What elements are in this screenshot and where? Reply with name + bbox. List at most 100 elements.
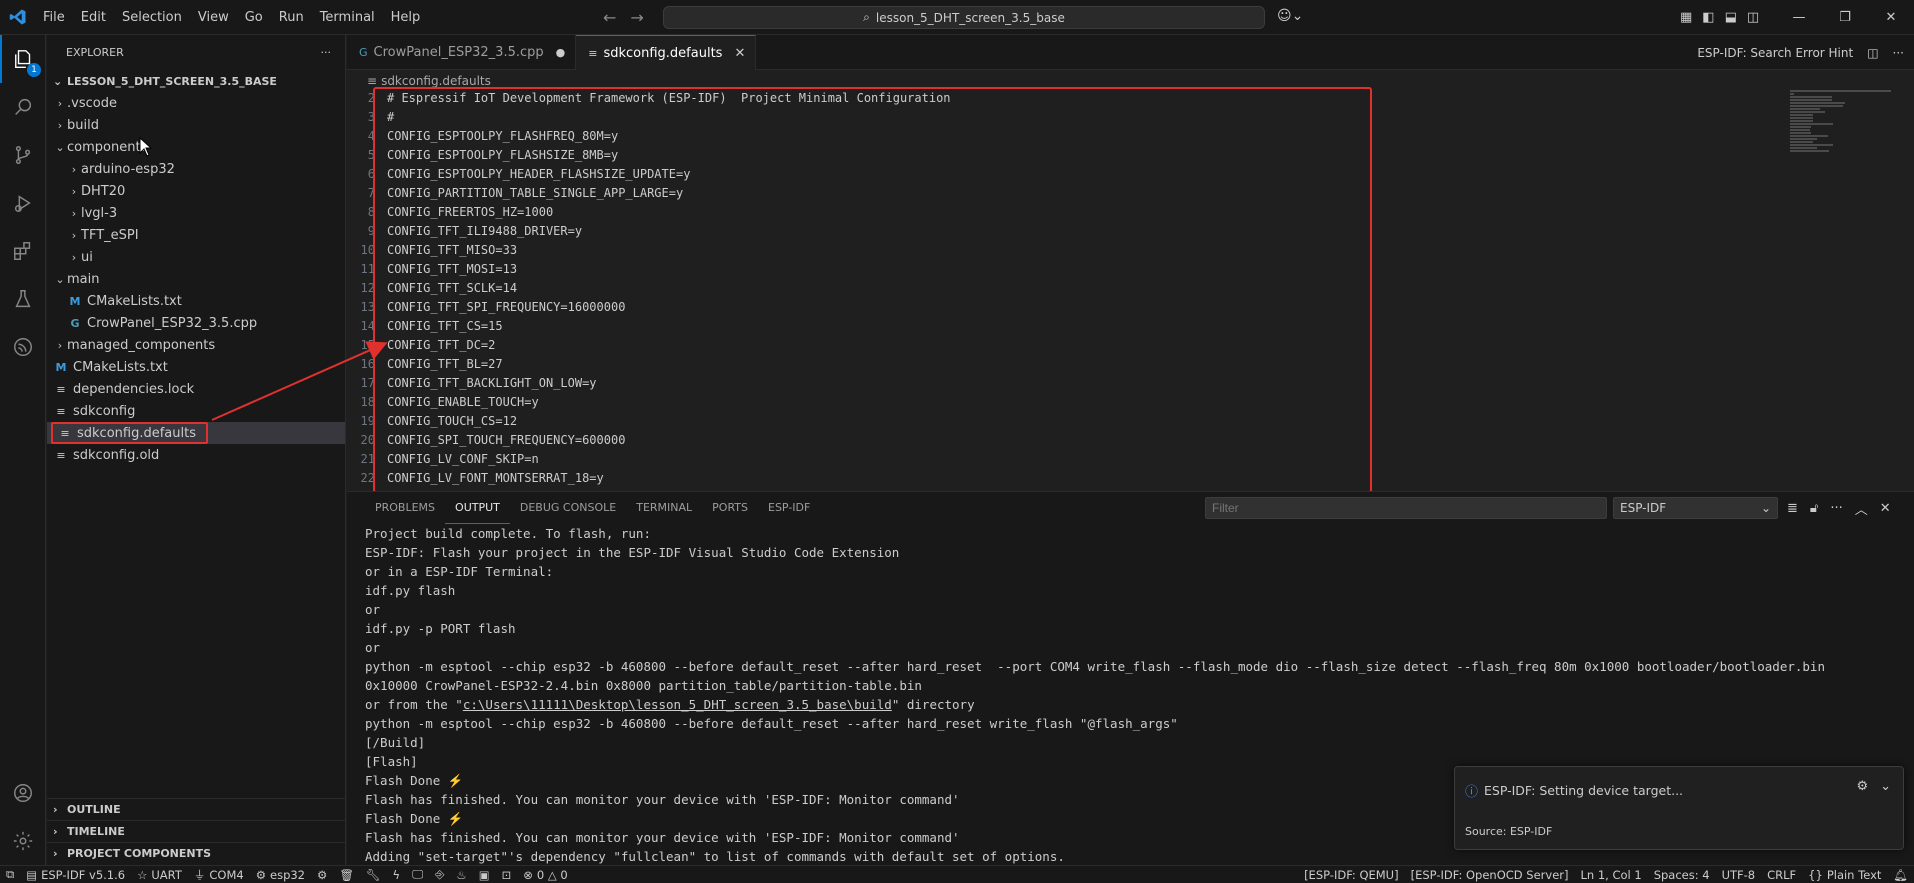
close-panel-icon[interactable]: ✕	[1880, 501, 1891, 516]
sdk-config-icon[interactable]: ⚙	[311, 866, 333, 883]
unsaved-dot-icon[interactable]: ●	[556, 46, 566, 59]
status-chip[interactable]: ⚙ esp32	[250, 866, 311, 883]
section-timeline[interactable]: › TIMELINE	[47, 820, 346, 842]
code-line[interactable]: 11 CONFIG_TFT_MOSI=13	[347, 259, 1767, 278]
flame-icon[interactable]: ♨	[450, 866, 472, 883]
code-line[interactable]: 9 CONFIG_TFT_ILI9488_DRIVER=y	[347, 221, 1767, 240]
minimize-icon[interactable]: —	[1776, 0, 1822, 35]
split-editor-icon[interactable]: ◫	[1867, 46, 1878, 60]
status-cursor-position[interactable]: Ln 1, Col 1	[1574, 866, 1647, 883]
code-line[interactable]: 4 CONFIG_ESPTOOLPY_FLASHFREQ_80M=y	[347, 126, 1767, 145]
status-indentation[interactable]: Spaces: 4	[1648, 866, 1716, 883]
command-center-search[interactable]: ⌕ lesson_5_DHT_screen_3.5_base	[663, 6, 1265, 29]
code-line[interactable]: 21 CONFIG_LV_CONF_SKIP=n	[347, 449, 1767, 468]
editor-scrollbar[interactable]	[1902, 88, 1914, 491]
status-language[interactable]: {} Plain Text	[1802, 866, 1887, 883]
build-icon[interactable]: 🔧︎	[360, 866, 387, 883]
code-line[interactable]: 13 CONFIG_TFT_SPI_FREQUENCY=16000000	[347, 297, 1767, 316]
section-outline[interactable]: › OUTLINE	[47, 798, 346, 820]
code-line[interactable]: 18 CONFIG_ENABLE_TOUCH=y	[347, 392, 1767, 411]
menu-run[interactable]: Run	[271, 0, 312, 35]
lock-scroll-icon[interactable]: 🔓︎	[1810, 501, 1818, 516]
debug-icon[interactable]: ⊡	[496, 866, 518, 883]
code-line[interactable]: 22 CONFIG_LV_FONT_MONTSERRAT_18=y	[347, 468, 1767, 487]
remote-indicator[interactable]: ⧉	[0, 866, 20, 883]
tree-folder-tft-espi[interactable]: › TFT_eSPI	[47, 224, 345, 246]
back-arrow-icon[interactable]: ←	[603, 8, 616, 27]
close-tab-icon[interactable]: ✕	[734, 46, 745, 61]
status-uart[interactable]: ☆ UART	[131, 866, 188, 883]
copilot-icon[interactable]: ☺⌄	[1277, 8, 1303, 24]
trash-icon[interactable]: 🗑︎	[333, 866, 360, 883]
output-channel-select[interactable]: ESP-IDF ⌄	[1613, 497, 1778, 519]
panel-tab-problems[interactable]: PROBLEMS	[365, 492, 445, 524]
panel-tab-terminal[interactable]: TERMINAL	[626, 492, 702, 524]
panel-tab-output[interactable]: OUTPUT	[445, 492, 510, 524]
tree-file-sdkconfig-old[interactable]: ≡ sdkconfig.old	[47, 444, 345, 466]
code-line[interactable]: 15 CONFIG_TFT_DC=2	[347, 335, 1767, 354]
workspace-root-folder[interactable]: ⌄ LESSON_5_DHT_SCREEN_3.5_BASE	[47, 70, 345, 92]
code-line[interactable]: 8 CONFIG_FREERTOS_HZ=1000	[347, 202, 1767, 221]
code-line[interactable]: 7 CONFIG_PARTITION_TABLE_SINGLE_APP_LARGE…	[347, 183, 1767, 202]
menu-edit[interactable]: Edit	[73, 0, 114, 35]
terminal-icon[interactable]: ▣	[473, 866, 496, 883]
forward-arrow-icon[interactable]: →	[630, 8, 643, 27]
more-actions-icon[interactable]: ···	[1893, 46, 1904, 60]
toggle-panel-icon[interactable]: ⬓	[1725, 10, 1737, 25]
build-flash-monitor-icon[interactable]: ⎆	[429, 866, 450, 883]
close-window-icon[interactable]: ✕	[1868, 0, 1914, 35]
panel-tab-debug-console[interactable]: DEBUG CONSOLE	[510, 492, 626, 524]
code-line[interactable]: 12 CONFIG_TFT_SCLK=14	[347, 278, 1767, 297]
tree-file-root-cmakelists[interactable]: M CMakeLists.txt	[47, 356, 345, 378]
settings-gear-icon[interactable]	[0, 817, 46, 865]
panel-tab-ports[interactable]: PORTS	[702, 492, 758, 524]
more-actions-icon[interactable]: ···	[321, 46, 332, 59]
status-port[interactable]: ⏚ COM4	[188, 866, 250, 883]
menu-go[interactable]: Go	[237, 0, 271, 35]
menu-terminal[interactable]: Terminal	[312, 0, 383, 35]
toggle-secondary-sidebar-icon[interactable]: ◫	[1747, 10, 1759, 25]
tab-sdkconfig-defaults[interactable]: ≡ sdkconfig.defaults ✕	[576, 35, 757, 70]
code-line[interactable]: 19 CONFIG_TOUCH_CS=12	[347, 411, 1767, 430]
customize-layout-icon[interactable]: ▦	[1680, 10, 1692, 25]
code-line[interactable]: 2 # Espressif IoT Development Framework (…	[347, 88, 1767, 107]
tree-file-sdkconfig[interactable]: ≡ sdkconfig	[47, 400, 345, 422]
code-line[interactable]: 14 CONFIG_TFT_CS=15	[347, 316, 1767, 335]
status-qemu[interactable]: [ESP-IDF: QEMU]	[1298, 866, 1405, 883]
status-problems[interactable]: ⊗ 0 △ 0	[517, 866, 573, 883]
notifications-bell-icon[interactable]: 🔔︎	[1887, 866, 1914, 883]
monitor-icon[interactable]: 🖵︎	[406, 866, 429, 883]
more-actions-icon[interactable]: ···	[1830, 501, 1842, 516]
tree-folder-ui[interactable]: › ui	[47, 246, 345, 268]
status-encoding[interactable]: UTF-8	[1716, 866, 1762, 883]
code-line[interactable]: 16 CONFIG_TFT_BL=27	[347, 354, 1767, 373]
status-eol[interactable]: CRLF	[1761, 866, 1802, 883]
run-debug-icon[interactable]	[0, 179, 46, 227]
tree-folder-arduino-esp32[interactable]: › arduino-esp32	[47, 158, 345, 180]
tree-folder-vscode[interactable]: › .vscode	[47, 92, 345, 114]
tree-folder-dht20[interactable]: › DHT20	[47, 180, 345, 202]
tree-folder-lvgl-3[interactable]: › lvgl-3	[47, 202, 345, 224]
code-line[interactable]: 3 #	[347, 107, 1767, 126]
tree-file-sdkconfig-defaults[interactable]: ≡ sdkconfig.defaults	[47, 422, 345, 444]
chevron-down-icon[interactable]: ⌄	[1880, 779, 1891, 794]
account-icon[interactable]	[0, 769, 46, 817]
maximize-panel-icon[interactable]: ︿	[1855, 499, 1868, 518]
status-openocd[interactable]: [ESP-IDF: OpenOCD Server]	[1405, 866, 1575, 883]
menu-view[interactable]: View	[190, 0, 237, 35]
restore-icon[interactable]: ❐	[1822, 0, 1868, 35]
code-line[interactable]: 6 CONFIG_ESPTOOLPY_HEADER_FLASHSIZE_UPDAT…	[347, 164, 1767, 183]
tree-file-dependencies-lock[interactable]: ≡ dependencies.lock	[47, 378, 345, 400]
code-line[interactable]: 5 CONFIG_ESPTOOLPY_FLASHSIZE_8MB=y	[347, 145, 1767, 164]
status-esp-idf-version[interactable]: ▤ ESP-IDF v5.1.6	[20, 866, 131, 883]
search-error-hint-button[interactable]: ESP-IDF: Search Error Hint	[1697, 46, 1853, 60]
menu-file[interactable]: File	[35, 0, 73, 35]
code-line[interactable]: 10 CONFIG_TFT_MISO=33	[347, 240, 1767, 259]
section-project-components[interactable]: › PROJECT COMPONENTS	[47, 842, 346, 864]
tree-folder-components[interactable]: ⌄ components	[47, 136, 345, 158]
testing-icon[interactable]	[0, 275, 46, 323]
word-wrap-icon[interactable]: ≣	[1787, 501, 1798, 516]
gear-icon[interactable]: ⚙	[1856, 779, 1868, 794]
minimap[interactable]	[1790, 90, 1905, 152]
menu-help[interactable]: Help	[383, 0, 429, 35]
